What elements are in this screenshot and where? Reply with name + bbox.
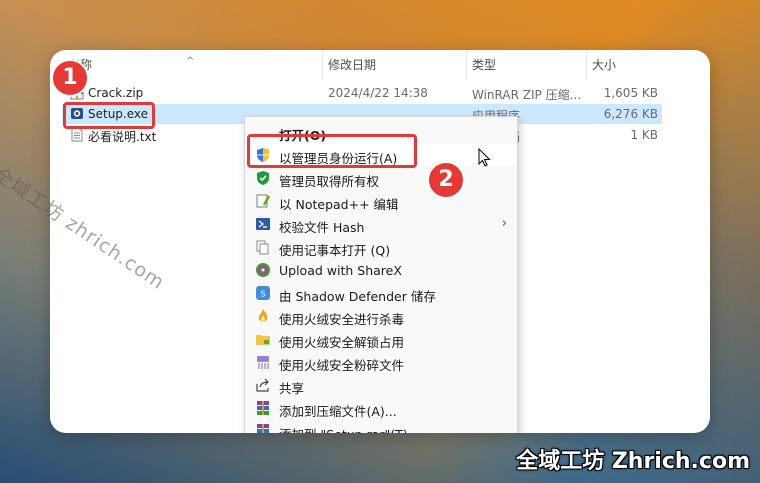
mouse-cursor-icon xyxy=(478,148,491,167)
powershell-icon xyxy=(256,218,270,230)
folder-lock-icon xyxy=(256,335,270,345)
menu-item-label: 使用记事本打开 (Q) xyxy=(279,243,391,258)
column-header-bar: 名称 ^ 修改日期 类型 大小 xyxy=(50,50,710,78)
winrar-icon xyxy=(257,424,269,433)
chevron-right-icon: › xyxy=(501,216,507,231)
menu-item-label: 由 Shadow Defender 储存 xyxy=(279,289,436,304)
highlight-box-setup xyxy=(63,102,155,129)
file-size: 1 KB xyxy=(630,128,658,142)
menu-item-hash[interactable]: 校验文件 Hash › xyxy=(245,213,517,235)
menu-item-label: 添加到 "Setup.rar"(T) xyxy=(279,424,408,433)
file-row-crack-zip[interactable]: Crack.zip 2024/4/22 14:38 WinRAR ZIP 压缩.… xyxy=(62,83,662,103)
file-size: 6,276 KB xyxy=(603,107,658,121)
menu-item-label: 以 Notepad++ 编辑 xyxy=(279,197,399,212)
column-divider[interactable] xyxy=(586,50,587,78)
menu-item-notepadpp[interactable]: 以 Notepad++ 编辑 xyxy=(245,190,517,212)
menu-item-label: 使用火绒安全粉碎文件 xyxy=(279,358,405,373)
menu-item-label: 管理员取得所有权 xyxy=(279,174,380,189)
menu-item-huorong-scan[interactable]: 使用火绒安全进行杀毒 xyxy=(245,305,517,327)
file-size: 1,605 KB xyxy=(603,86,658,100)
step-badge-1: 1 xyxy=(51,59,89,97)
svg-text:S: S xyxy=(260,290,265,299)
menu-item-label: 添加到压缩文件(A)... xyxy=(279,404,397,419)
menu-item-take-ownership[interactable]: 管理员取得所有权 xyxy=(245,167,517,189)
file-explorer-window: 名称 ^ 修改日期 类型 大小 Crack.zip 2024/4/22 14:3… xyxy=(50,50,710,433)
copy-icon xyxy=(256,240,269,255)
menu-item-add-archive[interactable]: 添加到压缩文件(A)... xyxy=(245,397,517,419)
share-icon xyxy=(256,378,269,392)
menu-item-add-setup-rar[interactable]: 添加到 "Setup.rar"(T) xyxy=(245,420,517,433)
brand-logo-text: 全域工坊 Zhrich.com xyxy=(516,449,750,474)
menu-item-label: 共享 xyxy=(279,381,305,396)
menu-item-open-notepad[interactable]: 使用记事本打开 (Q) xyxy=(245,236,517,258)
text-file-icon xyxy=(71,127,83,142)
huorong-flame-icon xyxy=(258,309,268,322)
step-badge-2: 2 xyxy=(427,161,465,199)
column-header-date[interactable]: 修改日期 xyxy=(328,56,376,73)
column-header-size[interactable]: 大小 xyxy=(592,56,616,73)
menu-item-sharex[interactable]: Upload with ShareX xyxy=(245,259,517,281)
column-header-type[interactable]: 类型 xyxy=(472,56,496,73)
sharex-icon xyxy=(256,263,270,277)
sort-up-icon: ^ xyxy=(186,56,195,67)
shredder-icon xyxy=(257,356,269,369)
menu-item-label: 使用火绒安全进行杀毒 xyxy=(279,312,405,327)
menu-item-huorong-shred[interactable]: 使用火绒安全粉碎文件 xyxy=(245,351,517,373)
highlight-box-run-as-admin xyxy=(247,134,417,168)
green-shield-icon xyxy=(257,171,269,185)
winrar-icon xyxy=(257,401,269,415)
menu-item-share[interactable]: 共享 xyxy=(245,374,517,396)
menu-item-shadow-defender[interactable]: S 由 Shadow Defender 储存 xyxy=(245,282,517,304)
column-divider[interactable] xyxy=(322,50,323,78)
file-date: 2024/4/22 14:38 xyxy=(328,86,428,100)
menu-item-label: 校验文件 Hash xyxy=(279,220,365,235)
menu-item-huorong-unlock[interactable]: 使用火绒安全解锁占用 xyxy=(245,328,517,350)
shadow-defender-icon: S xyxy=(256,286,270,300)
menu-item-label: 使用火绒安全解锁占用 xyxy=(279,335,405,350)
file-name: 必看说明.txt xyxy=(88,130,157,144)
menu-item-label: Upload with ShareX xyxy=(279,263,402,278)
file-name: Crack.zip xyxy=(88,86,144,100)
file-type: WinRAR ZIP 压缩... xyxy=(472,88,582,102)
notepadpp-icon xyxy=(256,194,271,208)
column-divider[interactable] xyxy=(466,50,467,78)
